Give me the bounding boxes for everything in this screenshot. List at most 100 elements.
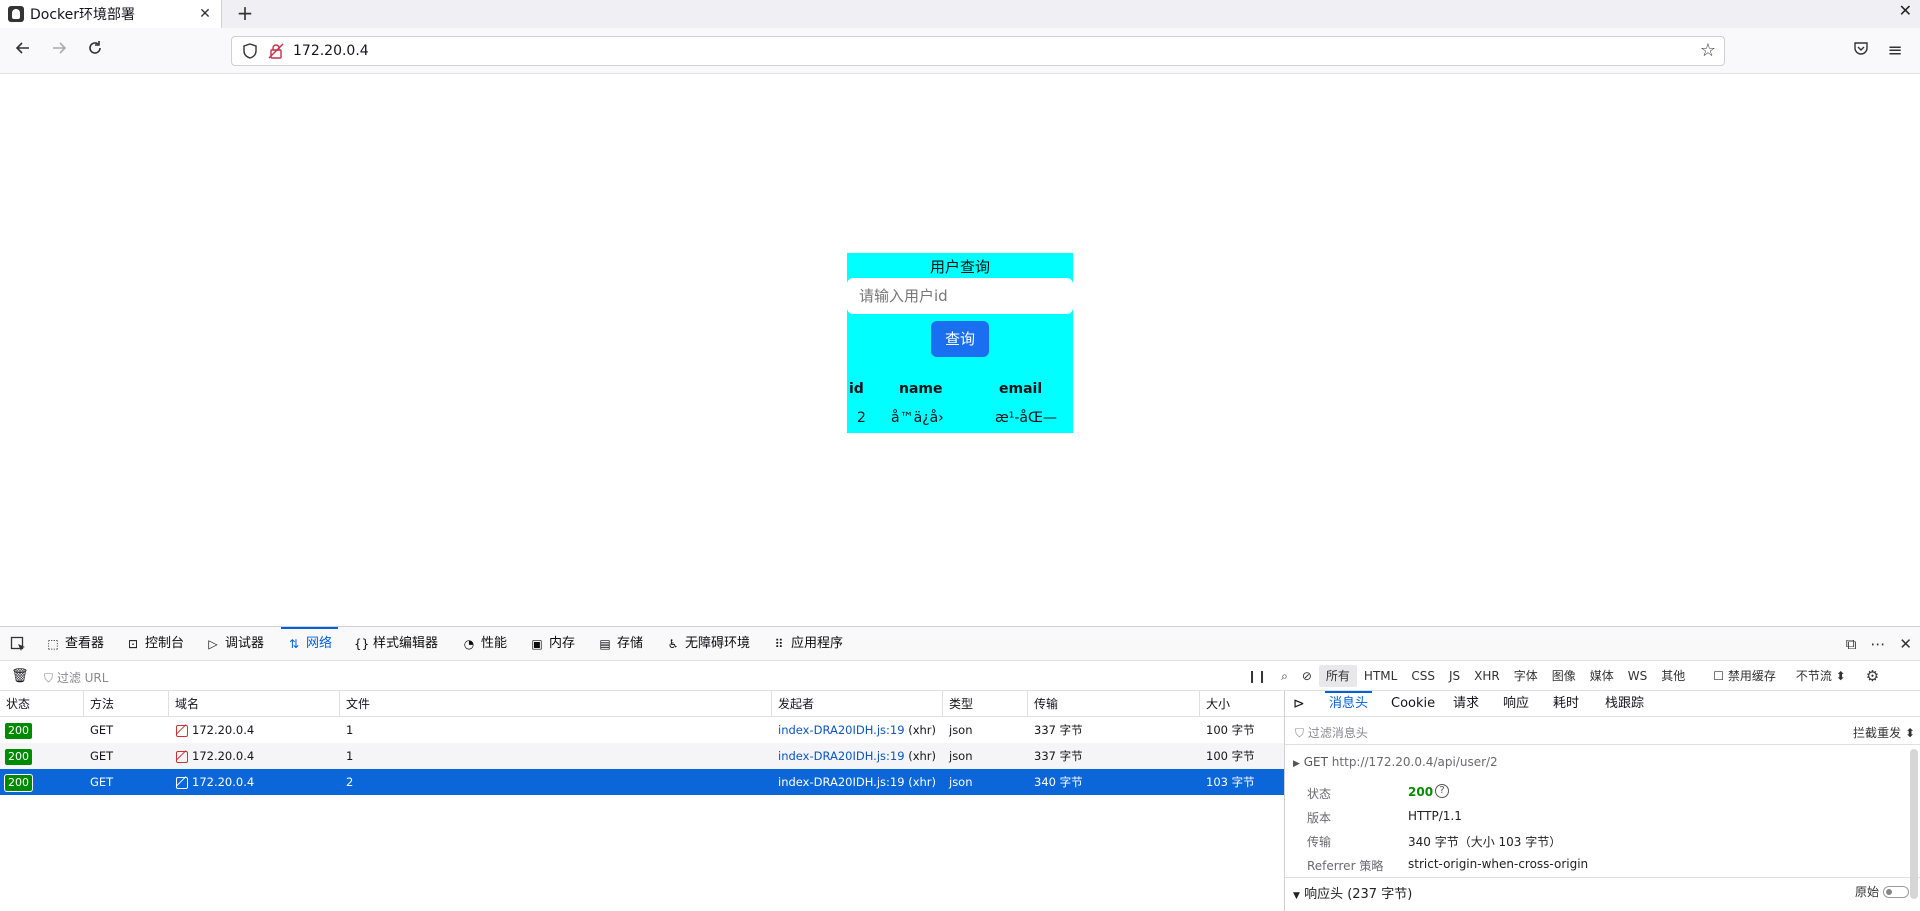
pocket-icon[interactable] <box>1846 36 1876 66</box>
element-picker-icon[interactable] <box>10 627 26 661</box>
back-icon[interactable] <box>8 36 38 66</box>
request-row[interactable]: 200 GET 172.20.0.4 1 index-DRA20IDH.js:1… <box>0 743 1284 769</box>
menu-icon[interactable]: ≡ <box>1880 36 1910 66</box>
user-query-card: 用户查询 查询 id name email 2 å™ä¿å› æ¹-åŒ— <box>847 253 1073 433</box>
request-row-selected[interactable]: 200 GET 172.20.0.4 2 index-DRA20IDH.js:1… <box>0 769 1284 795</box>
column-file[interactable]: 文件 <box>340 691 772 717</box>
filter-xhr[interactable]: XHR <box>1467 665 1507 687</box>
column-method[interactable]: 方法 <box>84 691 169 717</box>
filter-images[interactable]: 图像 <box>1545 665 1583 687</box>
disable-cache-checkbox[interactable]: ☐ 禁用缓存 <box>1706 665 1783 687</box>
filter-js[interactable]: JS <box>1442 665 1467 687</box>
console-icon: ⊡ <box>127 637 139 651</box>
tab-response[interactable]: 响应 <box>1503 691 1529 717</box>
request-line[interactable]: ▶ GET http://172.20.0.4/api/user/2 <box>1293 755 1498 769</box>
tab-console[interactable]: ⊡ 控制台 <box>126 627 184 661</box>
filter-all[interactable]: 所有 <box>1318 665 1357 687</box>
status-badge: 200 <box>5 775 32 791</box>
request-domain: 172.20.0.4 <box>192 775 255 789</box>
settings-gear-icon[interactable]: ⚙ <box>1859 665 1886 687</box>
cell-name: å™ä¿å› <box>891 410 944 426</box>
tab-timings[interactable]: 耗时 <box>1553 691 1579 717</box>
tracking-shield-icon[interactable] <box>242 43 258 63</box>
toggle-panel-icon[interactable]: ⊳ <box>1293 691 1305 717</box>
new-tab-button[interactable]: + <box>232 0 258 28</box>
column-size[interactable]: 大小 <box>1200 691 1284 717</box>
initiator-suffix: (xhr) <box>908 723 936 737</box>
column-status[interactable]: 状态 <box>0 691 84 717</box>
field-key: 状态 <box>1307 787 1332 801</box>
disable-cache-label: 禁用缓存 <box>1727 669 1776 683</box>
cell-id: 2 <box>857 410 866 426</box>
tab-style-editor[interactable]: {} 样式编辑器 <box>354 627 438 661</box>
request-row[interactable]: 200 GET 172.20.0.4 1 index-DRA20IDH.js:1… <box>0 717 1284 743</box>
column-domain[interactable]: 域名 <box>169 691 340 717</box>
site-favicon-icon <box>8 6 24 22</box>
field-key: Referrer 策略 <box>1307 859 1384 873</box>
request-size: 103 字节 <box>1206 775 1255 789</box>
filter-html[interactable]: HTML <box>1357 665 1404 687</box>
user-id-input[interactable] <box>847 278 1073 314</box>
block-icon[interactable]: ⊘ <box>1295 665 1319 687</box>
tab-close-icon[interactable]: ✕ <box>195 6 215 22</box>
raw-switch[interactable] <box>1883 885 1909 898</box>
filter-headers-input[interactable]: ⛉ 过滤消息头 <box>1295 724 1368 741</box>
clear-requests-icon[interactable]: 🗑 <box>11 668 29 684</box>
throttle-select[interactable]: 不节流 ⬍ <box>1789 665 1853 687</box>
request-type: json <box>949 775 973 789</box>
pause-icon[interactable]: ❙❙ <box>1240 665 1274 687</box>
filter-url-input[interactable]: ⛉ 过滤 URL <box>44 669 108 686</box>
column-transfer[interactable]: 传输 <box>1028 691 1200 717</box>
request-transfer: 337 字节 <box>1034 723 1083 737</box>
tab-cookies[interactable]: Cookie <box>1391 691 1435 717</box>
request-line-method: GET <box>1303 755 1328 769</box>
filter-media[interactable]: 媒体 <box>1583 665 1621 687</box>
reload-icon[interactable] <box>80 36 110 66</box>
filter-ws[interactable]: WS <box>1621 665 1654 687</box>
insecure-lock-icon[interactable] <box>268 43 284 63</box>
tab-stack-trace[interactable]: 栈跟踪 <box>1605 691 1644 717</box>
query-button[interactable]: 查询 <box>931 321 989 357</box>
request-method: GET <box>90 775 114 789</box>
column-type[interactable]: 类型 <box>943 691 1028 717</box>
response-headers-toggle[interactable]: ▼ 响应头 (237 字节) <box>1293 883 1412 902</box>
scrollbar[interactable] <box>1910 749 1918 899</box>
request-line-url: http://172.20.0.4/api/user/2 <box>1331 755 1498 769</box>
request-size: 100 字节 <box>1206 723 1255 737</box>
tab-label: 存储 <box>617 636 644 651</box>
tab-application[interactable]: ⠿ 应用程序 <box>772 627 843 661</box>
help-icon[interactable]: ? <box>1435 784 1449 798</box>
resend-button[interactable]: 重发 ⬍ <box>1877 724 1915 741</box>
request-initiator[interactable]: index-DRA20IDH.js:19 <box>778 749 905 763</box>
request-initiator[interactable]: index-DRA20IDH.js:19 <box>778 775 905 789</box>
tab-request[interactable]: 请求 <box>1453 691 1479 717</box>
tab-debugger[interactable]: ▷ 调试器 <box>206 627 264 661</box>
window-close-button[interactable]: ✕ <box>1899 0 1912 28</box>
more-options-icon[interactable]: ⋯ <box>1870 627 1885 661</box>
tab-memory[interactable]: ▣ 内存 <box>530 627 575 661</box>
filter-css[interactable]: CSS <box>1404 665 1442 687</box>
page-content: 用户查询 查询 id name email 2 å™ä¿å› æ¹-åŒ— <box>0 74 1920 626</box>
block-button[interactable]: 拦截 <box>1853 724 1877 741</box>
raw-toggle[interactable]: 原始 <box>1855 883 1909 900</box>
filter-fonts[interactable]: 字体 <box>1507 665 1545 687</box>
address-bar[interactable]: 172.20.0.4 ☆ <box>231 36 1725 66</box>
tab-accessibility[interactable]: ♿ 无障碍环境 <box>666 627 750 661</box>
devtools-close-icon[interactable]: ✕ <box>1899 627 1912 661</box>
divider <box>1285 877 1920 878</box>
tab-headers[interactable]: 消息头 <box>1324 691 1373 717</box>
tab-performance[interactable]: ◔ 性能 <box>462 627 507 661</box>
forward-icon[interactable] <box>44 36 74 66</box>
column-initiator[interactable]: 发起者 <box>772 691 943 717</box>
bookmark-star-icon[interactable]: ☆ <box>1700 40 1716 61</box>
insecure-icon <box>175 724 188 737</box>
tab-network[interactable]: ⇅ 网络 <box>280 627 339 661</box>
dock-side-icon[interactable]: ⧉ <box>1846 627 1857 661</box>
tab-inspector[interactable]: ⬚ 查看器 <box>46 627 104 661</box>
filter-other[interactable]: 其他 <box>1654 665 1692 687</box>
search-icon[interactable]: ⌕ <box>1274 665 1295 687</box>
tab-storage[interactable]: ▤ 存储 <box>598 627 643 661</box>
request-initiator[interactable]: index-DRA20IDH.js:19 <box>778 723 905 737</box>
browser-tab[interactable]: Docker环境部署 ✕ <box>0 0 222 28</box>
initiator-suffix: (xhr) <box>908 775 936 789</box>
